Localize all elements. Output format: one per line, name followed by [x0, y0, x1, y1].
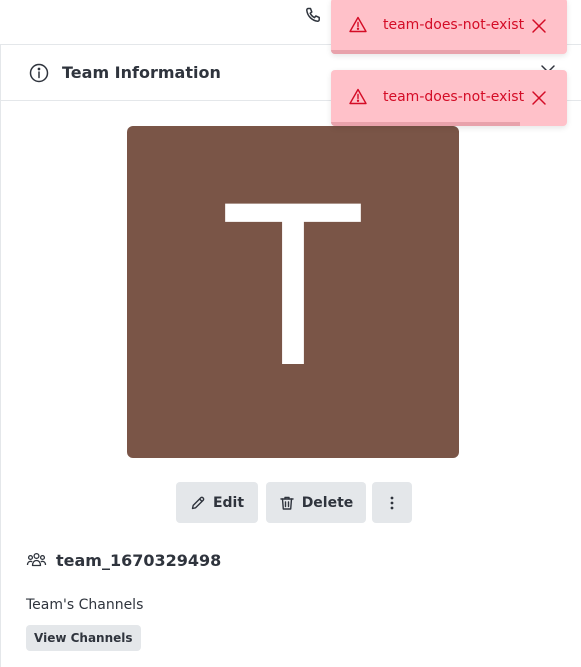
- kebab-icon: [390, 496, 394, 509]
- team-avatar: T: [127, 126, 459, 458]
- team-channels-label: Team's Channels: [26, 597, 144, 613]
- error-toast: team-does-not-exist: [331, 70, 567, 126]
- edit-button-label: Edit: [212, 494, 245, 511]
- more-options-button[interactable]: [372, 482, 412, 523]
- team-icon: [26, 552, 47, 567]
- edit-button[interactable]: Edit: [176, 482, 258, 523]
- toast-progress-bar: [331, 122, 520, 126]
- close-icon[interactable]: [529, 88, 549, 108]
- avatar-initial: T: [225, 160, 361, 416]
- team-name-row: team_1670329498: [26, 549, 221, 571]
- view-channels-button[interactable]: View Channels: [26, 625, 141, 651]
- delete-button[interactable]: Delete: [266, 482, 366, 523]
- team-info-panel: Team Information T Edit Delete team_1670…: [0, 45, 581, 667]
- info-icon: [29, 63, 49, 83]
- phone-icon[interactable]: [304, 6, 322, 24]
- toast-progress-bar: [331, 50, 520, 54]
- trash-icon: [279, 496, 294, 510]
- pencil-icon: [191, 496, 205, 509]
- warning-icon: [348, 15, 368, 35]
- delete-button-label: Delete: [301, 494, 354, 511]
- error-toast: team-does-not-exist: [331, 0, 567, 54]
- close-icon[interactable]: [529, 16, 549, 36]
- toast-message: team-does-not-exist: [383, 17, 525, 33]
- warning-icon: [348, 87, 368, 107]
- panel-title: Team Information: [62, 63, 221, 82]
- toast-message: team-does-not-exist: [383, 89, 525, 105]
- team-name: team_1670329498: [56, 550, 222, 570]
